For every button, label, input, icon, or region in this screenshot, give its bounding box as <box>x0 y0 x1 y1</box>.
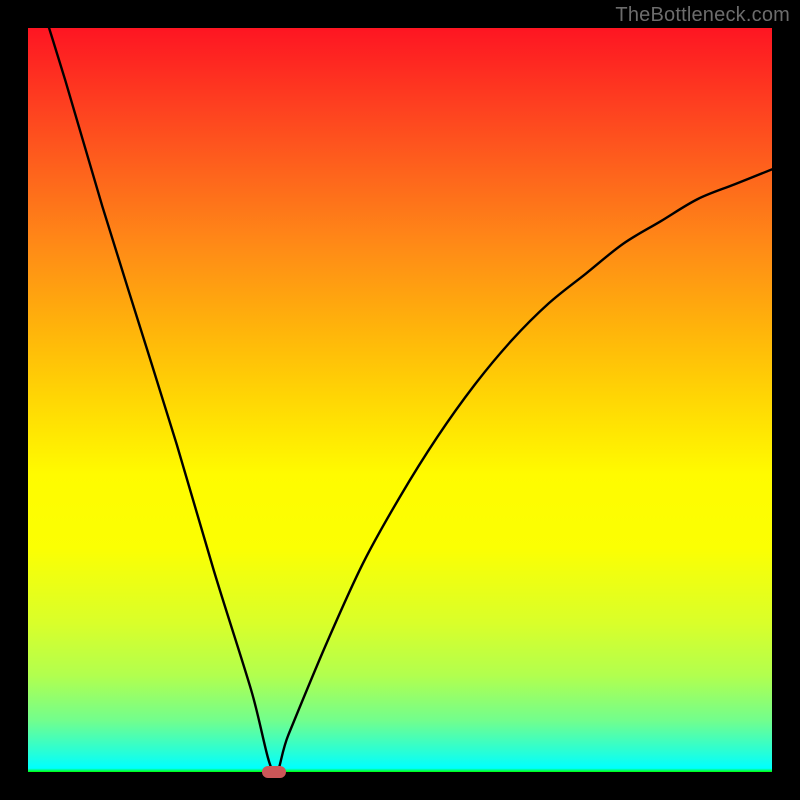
watermark-text: TheBottleneck.com <box>615 4 790 27</box>
optimal-point-marker <box>262 766 286 778</box>
chart-plot-area <box>28 28 772 772</box>
bottleneck-curve <box>28 28 772 772</box>
